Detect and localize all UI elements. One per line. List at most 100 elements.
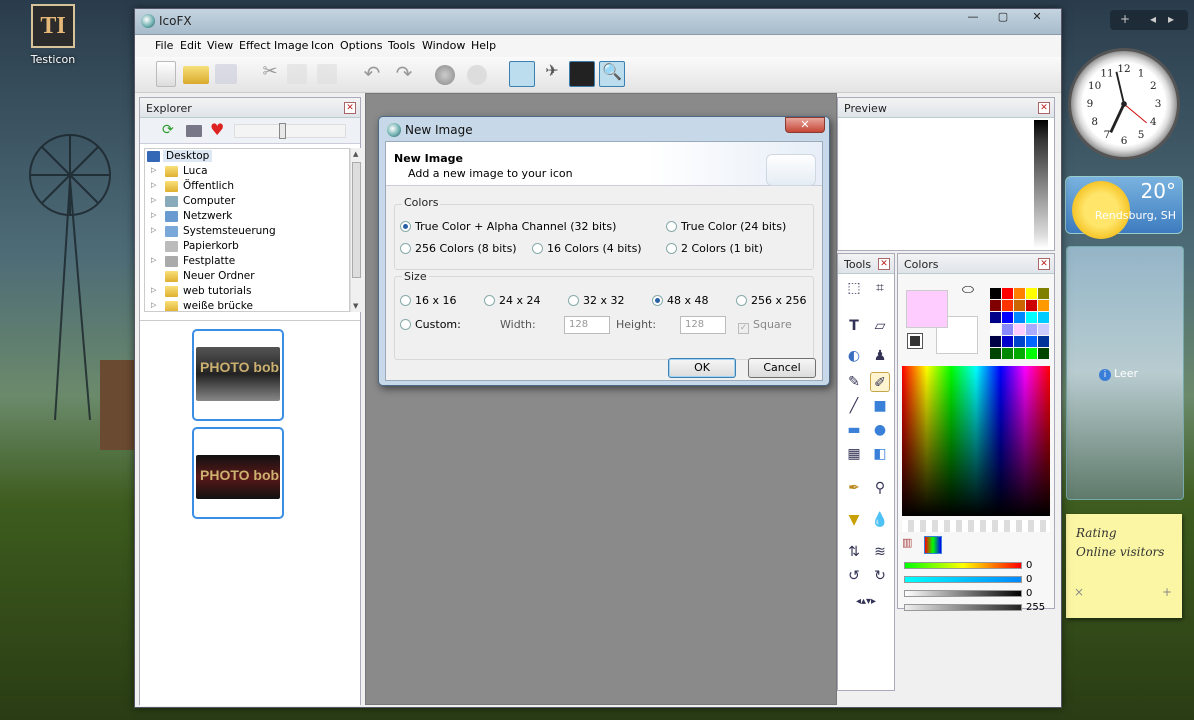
size-option-48[interactable]: 48 x 48 <box>652 294 709 307</box>
slider-thumb[interactable] <box>279 123 286 139</box>
zoom-icon[interactable]: 🔍 <box>599 61 625 87</box>
primary-color[interactable] <box>906 290 948 328</box>
note-delete-button[interactable]: × <box>1074 583 1084 602</box>
palette-mode-icon[interactable] <box>924 536 942 554</box>
line-icon[interactable]: ╱ <box>844 396 864 416</box>
color-swatch[interactable] <box>1014 300 1025 311</box>
clock-gadget[interactable]: 12 12 345 678 91011 <box>1068 48 1180 160</box>
height-field[interactable]: 128 <box>680 316 726 334</box>
magnifier-icon[interactable]: ⚲ <box>870 478 890 498</box>
thumbnail-item[interactable]: PHOTO bob <box>192 427 284 519</box>
windows-icon[interactable] <box>435 65 455 85</box>
size-option-32[interactable]: 32 x 32 <box>568 294 625 307</box>
copy-icon[interactable] <box>287 64 307 84</box>
palette-icon[interactable]: ▥ <box>902 536 920 554</box>
color-swatch[interactable] <box>990 300 1001 311</box>
selection-icon[interactable]: ⬚ <box>844 278 864 298</box>
tools-close-icon[interactable]: ✕ <box>878 258 890 270</box>
paste-icon[interactable] <box>317 64 337 84</box>
cut-icon[interactable]: ✂ <box>257 61 283 87</box>
weather-gadget[interactable]: 20° Rendsburg, SH <box>1065 176 1183 239</box>
menu-effect[interactable]: Effect <box>239 39 271 52</box>
save-icon[interactable] <box>215 64 237 84</box>
colors-close-icon[interactable]: ✕ <box>1038 258 1050 270</box>
explorer-close-icon[interactable]: ✕ <box>344 102 356 114</box>
color-swatch[interactable] <box>1002 324 1013 335</box>
smudge-icon[interactable]: ≋ <box>870 542 890 562</box>
color-option-4bit[interactable]: 16 Colors (4 bits) <box>532 242 642 255</box>
color-swatch[interactable] <box>1026 324 1037 335</box>
undo-icon[interactable]: ↶ <box>359 61 385 87</box>
menu-image[interactable]: Image <box>274 39 308 52</box>
menu-window[interactable]: Window <box>422 39 465 52</box>
color-option-8bit[interactable]: 256 Colors (8 bits) <box>400 242 517 255</box>
display-icon[interactable] <box>569 61 595 87</box>
sharpen-icon[interactable]: ⇅ <box>844 542 864 562</box>
scroll-thumb[interactable] <box>352 162 361 278</box>
reset-colors-icon[interactable] <box>907 333 923 349</box>
redo-icon[interactable]: ↷ <box>391 61 417 87</box>
pin-icon[interactable]: ✈ <box>539 61 565 87</box>
color-swatch[interactable] <box>1014 336 1025 347</box>
menu-icon[interactable]: Icon <box>311 39 334 52</box>
fill-bucket-icon[interactable]: ▼ <box>844 510 864 530</box>
scroll-up-icon[interactable]: ▲ <box>353 150 358 158</box>
rotate-right-icon[interactable]: ↻ <box>870 566 890 586</box>
text-icon[interactable]: T <box>844 316 864 336</box>
alpha-slider[interactable] <box>904 604 1022 611</box>
color-swatch[interactable] <box>990 288 1001 299</box>
color-swatch[interactable] <box>1014 348 1025 359</box>
ellipse-icon[interactable]: ● <box>870 420 890 440</box>
color-swatch[interactable] <box>1038 312 1049 323</box>
red-slider[interactable] <box>904 562 1022 569</box>
color-replace-icon[interactable]: ◐ <box>844 346 864 366</box>
color-swatch[interactable] <box>1002 336 1013 347</box>
eraser-icon[interactable]: ▱ <box>870 316 890 336</box>
color-swatch[interactable] <box>1002 288 1013 299</box>
title-bar[interactable]: IcoFX — ▢ ✕ <box>135 9 1061 35</box>
size-option-custom[interactable]: Custom: <box>400 318 461 331</box>
eyedropper-icon[interactable]: ✒ <box>844 478 864 498</box>
drop-icon[interactable]: 💧 <box>870 510 890 530</box>
size-option-256[interactable]: 256 x 256 <box>736 294 807 307</box>
nudge-arrows-icon[interactable]: ◂▴▾▸ <box>840 592 892 612</box>
width-field[interactable]: 128 <box>564 316 610 334</box>
color-option-32bit[interactable]: True Color + Alpha Channel (32 bits) <box>400 220 616 233</box>
color-swatch[interactable] <box>1038 324 1049 335</box>
menu-options[interactable]: Options <box>340 39 382 52</box>
color-swatch[interactable] <box>1026 312 1037 323</box>
scroll-down-icon[interactable]: ▼ <box>353 302 358 310</box>
rotate-left-icon[interactable]: ↺ <box>844 566 864 586</box>
brush-icon[interactable]: ♟ <box>870 346 890 366</box>
color-swatch[interactable] <box>1038 336 1049 347</box>
menu-tools[interactable]: Tools <box>388 39 415 52</box>
blue-slider[interactable] <box>904 590 1022 597</box>
color-swatch[interactable] <box>1026 336 1037 347</box>
color-swatch[interactable] <box>1014 312 1025 323</box>
preview-close-icon[interactable]: ✕ <box>1038 102 1050 114</box>
rename-icon[interactable] <box>186 125 202 137</box>
color-swatch[interactable] <box>990 336 1001 347</box>
color-swatch[interactable] <box>1038 288 1049 299</box>
square-checkbox[interactable]: ✓ Square <box>738 318 792 334</box>
add-gadget-button[interactable]: + <box>1120 12 1130 26</box>
thumbnail-item[interactable]: PHOTO bob <box>192 329 284 421</box>
background-shades[interactable] <box>1034 120 1048 248</box>
menu-help[interactable]: Help <box>471 39 496 52</box>
color-option-24bit[interactable]: True Color (24 bits) <box>666 220 786 233</box>
tree-scrollbar[interactable]: ▲ ▼ <box>350 148 362 312</box>
open-folder-icon[interactable] <box>183 66 209 84</box>
new-icon[interactable] <box>156 61 176 87</box>
minimize-button[interactable]: — <box>959 9 987 27</box>
apple-icon[interactable] <box>467 65 487 85</box>
color-swatch[interactable] <box>1002 312 1013 323</box>
refresh-icon[interactable]: ⟳ <box>162 122 174 138</box>
close-button[interactable]: ✕ <box>1023 9 1051 27</box>
color-spectrum[interactable] <box>902 366 1050 516</box>
slideshow-gadget[interactable]: i Leer <box>1066 246 1184 500</box>
color-swatch[interactable] <box>1026 300 1037 311</box>
swap-colors-icon[interactable]: ⬭ <box>962 282 974 298</box>
ok-button[interactable]: OK <box>668 358 736 378</box>
green-slider[interactable] <box>904 576 1022 583</box>
next-icon[interactable]: ▸ <box>1168 12 1174 26</box>
